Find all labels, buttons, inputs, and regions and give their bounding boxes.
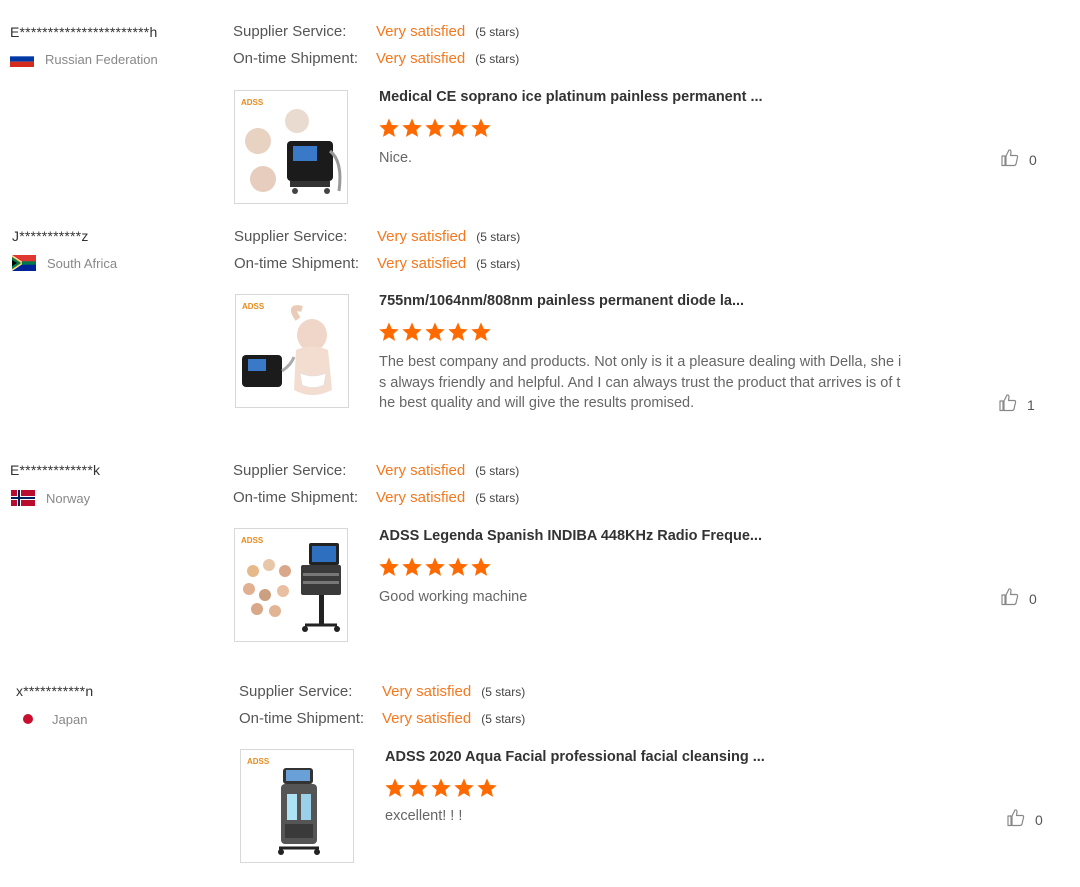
brand-logo: ADSS — [241, 536, 264, 545]
review-star-rating — [378, 556, 492, 578]
star-icon — [448, 322, 468, 341]
shipment-value: Very satisfied — [382, 710, 472, 727]
review-text-line: The best company and products. Not only … — [379, 354, 902, 370]
review-text: Nice. — [379, 150, 413, 166]
like-count: 0 — [1035, 811, 1043, 828]
supplier-service-label: Supplier Service: — [233, 462, 347, 479]
review-star-rating — [384, 777, 498, 799]
shipment-stars: (5 stars) — [476, 256, 521, 271]
supplier-service-label: Supplier Service: — [233, 23, 347, 40]
shipment-stars: (5 stars) — [481, 711, 526, 726]
shipment-label: On-time Shipment: — [233, 50, 359, 67]
supplier-service-value: Very satisfied — [382, 683, 472, 700]
product-thumbnail[interactable]: ADSS — [234, 528, 348, 642]
product-title-link[interactable]: ADSS Legenda Spanish INDIBA 448KHz Radio… — [379, 528, 762, 544]
thumbs-up-icon — [1000, 148, 1029, 171]
helpful-button[interactable]: 0 — [1006, 808, 1043, 831]
shipment-stars: (5 stars) — [475, 51, 520, 66]
review-text-line: he best quality and will give the result… — [379, 395, 695, 411]
star-icon — [385, 778, 405, 797]
reviewer-country: Norway — [11, 490, 90, 506]
supplier-ratings: Supplier Service: Very satisfied (5 stars)… — [234, 223, 520, 277]
brand-logo: ADSS — [247, 757, 270, 766]
japan-flag-icon — [17, 711, 41, 727]
star-icon — [425, 118, 445, 137]
review-text: excellent! ! ! — [385, 808, 463, 824]
supplier-service-stars: (5 stars) — [475, 463, 520, 478]
star-icon — [379, 118, 399, 137]
reviewer-name: E*************k — [10, 462, 101, 478]
star-icon — [402, 557, 422, 576]
supplier-service-value: Very satisfied — [376, 23, 466, 40]
shipment-label: On-time Shipment: — [233, 489, 359, 506]
star-icon — [431, 778, 451, 797]
star-icon — [471, 322, 491, 341]
product-title-link[interactable]: 755nm/1064nm/808nm painless permanent di… — [379, 293, 744, 309]
product-thumbnail[interactable]: ADSS — [235, 294, 349, 408]
like-count: 1 — [1027, 396, 1035, 413]
star-icon — [425, 557, 445, 576]
star-icon — [402, 118, 422, 137]
russia-flag-icon — [10, 51, 34, 67]
country-label: Japan — [52, 711, 88, 727]
product-thumbnail[interactable]: ADSS — [240, 749, 354, 863]
reviewer-country: South Africa — [12, 255, 117, 271]
supplier-service-stars: (5 stars) — [476, 229, 521, 244]
reviewer-name: x***********n — [16, 683, 94, 699]
star-icon — [402, 322, 422, 341]
star-icon — [454, 778, 474, 797]
supplier-service-stars: (5 stars) — [475, 24, 520, 39]
thumbs-up-icon — [998, 393, 1027, 416]
star-icon — [477, 778, 497, 797]
supplier-ratings: Supplier Service: Very satisfied (5 stars)… — [233, 18, 519, 72]
star-icon — [408, 778, 428, 797]
south-africa-flag-icon — [12, 255, 36, 271]
review-text: The best company and products. Not only … — [379, 352, 939, 414]
like-count: 0 — [1029, 151, 1037, 168]
review-text: Good working machine — [379, 589, 528, 605]
supplier-service-value: Very satisfied — [377, 228, 467, 245]
product-title-link[interactable]: ADSS 2020 Aqua Facial professional facia… — [385, 749, 765, 765]
country-label: Russian Federation — [45, 51, 158, 67]
country-label: Norway — [46, 490, 91, 506]
star-icon — [379, 557, 399, 576]
reviewer-name: E***********************h — [10, 24, 158, 40]
reviewer-country: Japan — [17, 711, 87, 727]
star-icon — [379, 322, 399, 341]
norway-flag-icon — [11, 490, 35, 506]
review-star-rating — [378, 117, 492, 139]
supplier-service-label: Supplier Service: — [234, 228, 348, 245]
reviewer-name: J***********z — [12, 228, 89, 244]
shipment-value: Very satisfied — [376, 50, 466, 67]
star-icon — [471, 118, 491, 137]
star-icon — [471, 557, 491, 576]
star-icon — [448, 118, 468, 137]
shipment-value: Very satisfied — [376, 489, 466, 506]
review-star-rating — [378, 321, 492, 343]
helpful-button[interactable]: 0 — [1000, 148, 1037, 171]
shipment-stars: (5 stars) — [475, 490, 520, 505]
supplier-service-value: Very satisfied — [376, 462, 466, 479]
country-label: South Africa — [47, 255, 118, 271]
brand-logo: ADSS — [241, 98, 264, 107]
shipment-label: On-time Shipment: — [234, 255, 360, 272]
product-title-link[interactable]: Medical CE soprano ice platinum painless… — [379, 89, 763, 105]
like-count: 0 — [1029, 590, 1037, 607]
helpful-button[interactable]: 1 — [998, 393, 1035, 416]
supplier-service-stars: (5 stars) — [481, 684, 526, 699]
star-icon — [425, 322, 445, 341]
star-icon — [448, 557, 468, 576]
reviewer-country: Russian Federation — [10, 51, 158, 67]
shipment-value: Very satisfied — [377, 255, 467, 272]
helpful-button[interactable]: 0 — [1000, 587, 1037, 610]
review-text-line: s always friendly and helpful. And I can… — [379, 374, 901, 391]
brand-logo: ADSS — [242, 302, 265, 311]
thumbs-up-icon — [1006, 808, 1035, 831]
thumbs-up-icon — [1000, 587, 1029, 610]
supplier-ratings: Supplier Service: Very satisfied (5 stars)… — [233, 457, 519, 511]
product-thumbnail[interactable]: ADSS — [234, 90, 348, 204]
supplier-service-label: Supplier Service: — [239, 683, 353, 700]
shipment-label: On-time Shipment: — [239, 710, 365, 727]
supplier-ratings: Supplier Service: Very satisfied (5 stars)… — [239, 678, 525, 732]
